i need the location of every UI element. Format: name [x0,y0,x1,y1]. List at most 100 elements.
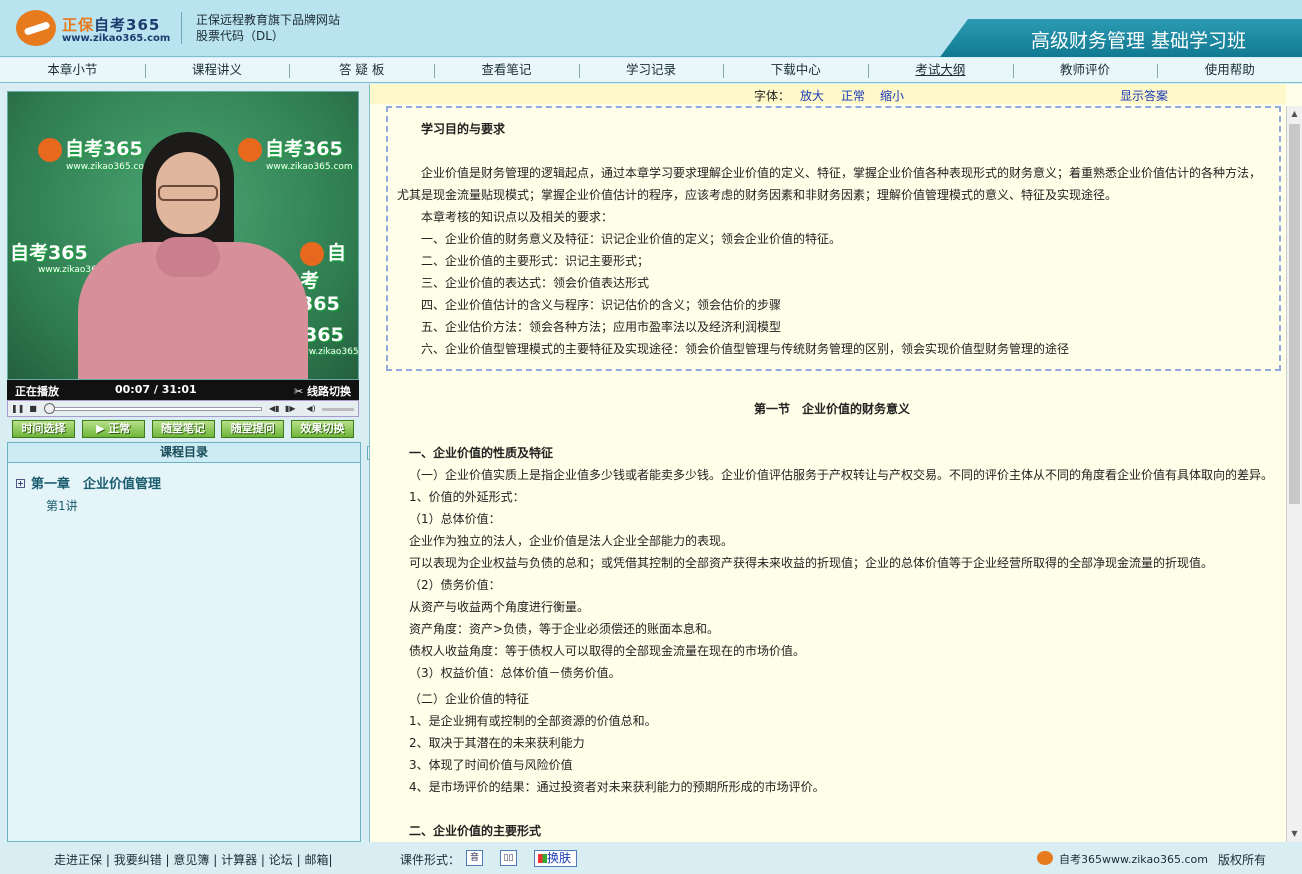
tagline-line2: 股票代码（DL） [196,29,284,43]
section-heading: 二、企业价值的主要形式 [409,824,542,838]
course-banner: 高级财务管理 基础学习班 [940,19,1302,57]
content-line: （1）总体价值： [409,512,501,526]
footer-site[interactable]: 自考365www.zikao365.com [1059,851,1208,867]
goal-paragraph: 本章考核的知识点以及相关的要求： [421,210,614,224]
header-divider [181,12,182,44]
split-layout-icon[interactable]: ▯▯ [500,850,517,866]
course-title: 高级财务管理 基础学习班 [1030,30,1246,52]
goal-paragraph: 尤其是现金流量贴现模式；掌握企业价值估计的程序，应该考虑的财务因素和非财务因素；… [397,188,1118,202]
play-time: 00:07 / 31:01 [115,383,197,396]
video-controls: ❚❚ ■ ◀▮ ▮▶ ◀) [7,400,359,417]
palette-icon [538,854,547,863]
catalog-lecture[interactable]: 第1讲 [46,497,78,514]
site-footer: 走进正保 | 我要纠错 | 意见簿 | 计算器 | 论坛 | 邮箱| 课件形式：… [0,842,1302,874]
play-status: 正在播放 [15,385,59,398]
content-line: 4、是市场评价的结果：通过投资者对未来获利能力的预期所形成的市场评价。 [409,780,825,794]
goal-item: 二、企业价值的主要形式：识记主要形式； [421,254,650,268]
footer-link-feedback[interactable]: 意见簿 [173,853,209,867]
format-label: 课件形式： [400,853,461,867]
tagline: 正保远程教育旗下品牌网站 股票代码（DL） [196,12,340,44]
scroll-up-icon[interactable]: ▲ [1289,108,1300,120]
seek-bar[interactable] [48,407,262,411]
content-line: 企业作为独立的法人，企业价值是法人企业全部能力的表现。 [409,534,734,548]
nav-help[interactable]: 使用帮助 [1157,58,1302,82]
content-line: （一）企业价值实质上是指企业值多少钱或者能卖多少钱。企业价值评估服务于产权转让与… [409,468,1274,482]
content-line: （2）债务价值： [409,578,501,592]
footer-link-report-error[interactable]: 我要纠错 [114,853,162,867]
font-label: 字体： [754,89,791,103]
content-line: 从资产与收益两个角度进行衡量。 [409,600,590,614]
brand-url: www.zikao365.com [62,33,171,44]
course-catalog: 课程目录 + 第一章 企业价值管理 第1讲 [7,442,361,842]
content-line: 可以表现为企业权益与负债的总和；或凭借其控制的全部资产获得未来收益的折现值；企业… [409,556,1214,570]
nav-exam-outline[interactable]: 考试大纲 [868,58,1013,82]
video-status-bar: 正在播放 00:07 / 31:01 ✂ 线路切换 [7,380,359,400]
logo-icon[interactable] [16,10,56,46]
seek-handle[interactable] [44,403,55,414]
nav-chapter-summary[interactable]: 本章小节 [0,58,145,82]
time-select-button[interactable]: 时间选择 [12,420,75,438]
brand-name[interactable]: 正保自考365 [62,14,160,35]
notes-button[interactable]: 随堂笔记 [151,420,215,438]
footer-logo-icon [1037,851,1053,865]
lecturer-collar [156,237,220,277]
normal-speed-button[interactable]: ▶ 正常 [81,420,145,438]
video-player[interactable]: 自考365 www.zikao365.com 自考365 www.zikao365.… [7,91,359,380]
scroll-thumb[interactable] [1289,124,1300,504]
footer-link-mail[interactable]: 邮箱 [304,853,328,867]
stop-icon[interactable]: ■ [28,404,38,414]
nav-qa-board[interactable]: 答 疑 板 [289,58,434,82]
copyright: 版权所有 [1218,853,1267,867]
footer-link-forum[interactable]: 论坛 [269,853,293,867]
expand-icon: + [16,479,25,488]
tagline-line1: 正保远程教育旗下品牌网站 [196,13,341,27]
video-watermark: 自考365www.zikao365.com [38,134,153,172]
footer-link-calculator[interactable]: 计算器 [221,853,257,867]
catalog-title: 课程目录 [8,443,360,463]
font-shrink-link[interactable]: 缩小 [880,87,904,104]
goal-item: 五、企业估价方法：领会各种方法；应用市盈率法以及经济利润模型 [421,320,782,334]
volume-slider[interactable] [322,408,354,411]
footer-links: 走进正保 | 我要纠错 | 意见簿 | 计算器 | 论坛 | 邮箱| [54,853,333,867]
content-line: （3）权益价值：总体价值－债务价值。 [409,666,621,680]
content-line: 3、体现了时间价值与风险价值 [409,758,573,772]
pause-icon[interactable]: ❚❚ [11,404,24,414]
content-scrollbar[interactable]: ▲ ▼ [1286,106,1302,842]
scroll-down-icon[interactable]: ▼ [1289,828,1300,840]
nav-view-notes[interactable]: 查看笔记 [434,58,579,82]
site-header: 正保自考365 www.zikao365.com 正保远程教育旗下品牌网站 股票… [0,0,1302,57]
main-nav: 本章小节 课程讲义 答 疑 板 查看笔记 学习记录 下载中心 考试大纲 教师评价… [0,58,1302,83]
footer-link-about[interactable]: 走进正保 [54,853,102,867]
font-enlarge-link[interactable]: 放大 [800,87,824,104]
section-title: 第一节 企业价值的财务意义 [754,402,911,416]
effect-switch-button[interactable]: 效果切换 [291,420,354,438]
goal-item: 一、企业价值的财务意义及特征：识记企业价值的定义；领会企业价值的特征。 [421,232,842,246]
skin-button[interactable]: 换肤 [534,850,577,867]
rewind-icon[interactable]: ◀▮ [269,404,280,414]
goal-item: 六、企业价值型管理模式的主要特征及实现途径：领会价值型管理与传统财务管理的区别，… [421,342,1070,356]
nav-download-center[interactable]: 下载中心 [723,58,868,82]
forward-icon[interactable]: ▮▶ [285,404,296,414]
nav-teacher-review[interactable]: 教师评价 [1012,58,1158,82]
nav-lecture-notes[interactable]: 课程讲义 [144,58,290,82]
nav-study-record[interactable]: 学习记录 [578,58,724,82]
volume-icon[interactable]: ◀) [306,404,316,414]
goal-title: 学习目的与要求 [421,122,506,136]
video-watermark: 自考365www.zikao365.com [238,134,353,172]
video-watermark: 自考365 [300,241,347,315]
ask-question-button[interactable]: 随堂提问 [221,420,285,438]
section-heading: 一、企业价值的性质及特征 [409,446,554,460]
goal-item: 三、企业价值的表达式：领会价值表达形式 [421,276,650,290]
content-line: 1、是企业拥有或控制的全部资源的价值总和。 [409,714,657,728]
show-answer-link[interactable]: 显示答案 [1120,87,1168,104]
font-toolbar: 字体： 放大 正常 缩小 显示答案 [370,84,1286,104]
catalog-chapter[interactable]: + 第一章 企业价值管理 [16,473,161,492]
font-normal-link[interactable]: 正常 [841,87,865,104]
lecturer-glasses [158,185,218,201]
line-switch-button[interactable]: ✂ 线路切换 [294,383,351,399]
player-action-buttons: 时间选择 ▶ 正常 随堂笔记 随堂提问 效果切换 [7,420,359,441]
audio-format-icon[interactable]: 音 [466,850,483,866]
content-line: （二）企业价值的特征 [409,692,530,706]
content-line: 2、取决于其潜在的未来获利能力 [409,736,585,750]
content-line: 1、价值的外延形式： [409,490,525,504]
